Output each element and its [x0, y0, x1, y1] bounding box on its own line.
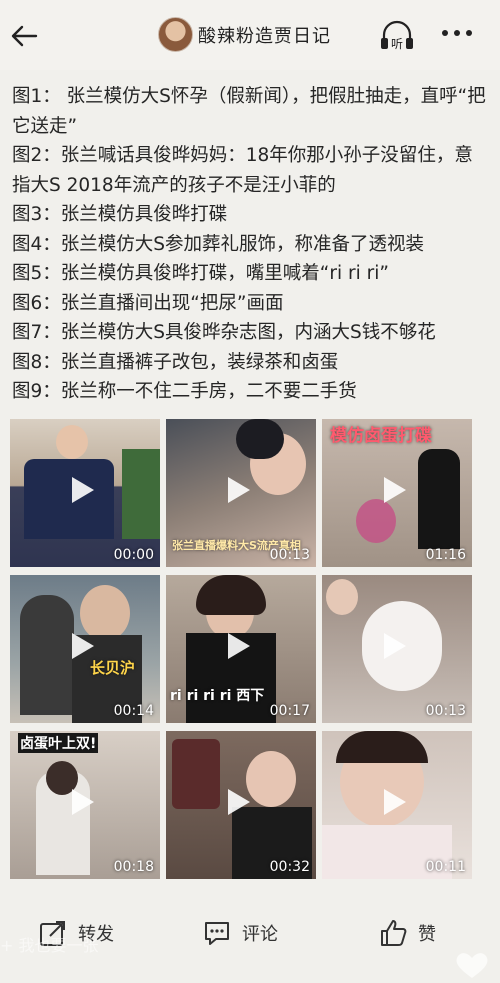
play-icon	[384, 633, 406, 659]
video-thumbnail-4[interactable]: 长贝沪 00:14	[10, 575, 160, 723]
listen-headphones-icon[interactable]: 听	[378, 18, 416, 54]
video-thumbnail-1[interactable]: 00:00	[10, 419, 160, 567]
account-name[interactable]: 酸辣粉造贾日记	[198, 22, 331, 48]
video-duration: 00:14	[113, 703, 154, 719]
post-line: 图6：张兰直播间出现“把尿”画面	[12, 292, 284, 314]
play-icon	[72, 633, 94, 659]
post-line: 图9：张兰称一不住二手房，二不要二手货	[12, 381, 357, 402]
top-bar: 酸辣粉造贾日记 听	[0, 0, 500, 70]
video-thumbnail-8[interactable]: 00:32	[166, 731, 316, 879]
thumbs-up-icon	[381, 920, 407, 946]
account-avatar[interactable]	[158, 17, 193, 52]
comment-button[interactable]: 评论	[202, 913, 278, 953]
video-duration: 01:16	[425, 547, 466, 563]
video-grid: 00:00 张兰直播爆料大S流产真相 00:13 模仿卤蛋打碟 01:16 长贝…	[10, 419, 472, 881]
video-thumbnail-3[interactable]: 模仿卤蛋打碟 01:16	[322, 419, 472, 567]
video-duration: 00:00	[113, 547, 154, 563]
play-icon	[384, 789, 406, 815]
post-line: 图3：张兰模仿具俊晔打碟	[12, 204, 228, 225]
like-button[interactable]: 赞	[378, 913, 436, 953]
post-line: 图2：张兰喊话具俊晔妈妈：18年你那小孙子没留住，意指大S 2018年流产的孩子…	[12, 145, 473, 196]
video-thumbnail-2[interactable]: 张兰直播爆料大S流产真相 00:13	[166, 419, 316, 567]
video-duration: 00:13	[269, 547, 310, 563]
post-line: 图1： 张兰模仿大S怀孕（假新闻），把假肚抽走，直呼“把它送走”	[12, 86, 486, 137]
comment-icon	[205, 922, 229, 945]
video-caption: 卤蛋叶上双!	[18, 733, 99, 753]
overlay-hint-text: + 我也要一张	[0, 936, 99, 955]
post-line: 图4：张兰模仿大S参加葬礼服饰，称准备了透视装	[12, 233, 425, 255]
video-caption: 长贝沪	[90, 659, 136, 677]
play-icon	[228, 633, 250, 659]
post-line: 图7：张兰模仿大S具俊晔杂志图，内涵大S钱不够花	[12, 322, 436, 343]
video-duration: 00:11	[425, 859, 466, 875]
post-body: 图1： 张兰模仿大S怀孕（假新闻），把假肚抽走，直呼“把它送走” 图2：张兰喊话…	[12, 82, 490, 407]
play-icon	[384, 477, 406, 503]
play-icon	[72, 477, 94, 503]
video-thumbnail-9[interactable]: 00:11	[322, 731, 472, 879]
post-line: 图5：张兰模仿具俊晔打碟，嘴里喊着“ri ri ri”	[12, 263, 389, 284]
like-label: 赞	[418, 924, 436, 945]
post-line: 图8：张兰直播裤子改包，装绿茶和卤蛋	[12, 351, 339, 373]
video-caption: ri ri ri ri 西下	[170, 688, 265, 704]
video-duration: 00:18	[113, 859, 154, 875]
heart-icon[interactable]	[452, 950, 492, 980]
video-duration: 00:17	[269, 703, 310, 719]
video-duration: 00:13	[425, 703, 466, 719]
listen-label: 听	[391, 37, 403, 51]
video-caption: 模仿卤蛋打碟	[330, 426, 432, 446]
play-icon	[72, 789, 94, 815]
video-thumbnail-6[interactable]: 00:13	[322, 575, 472, 723]
back-arrow-icon[interactable]	[6, 18, 42, 54]
play-icon	[228, 789, 250, 815]
video-duration: 00:32	[269, 859, 310, 875]
video-thumbnail-5[interactable]: ri ri ri ri 西下 00:17	[166, 575, 316, 723]
comment-label: 评论	[242, 924, 278, 945]
play-icon	[228, 477, 250, 503]
video-thumbnail-7[interactable]: 卤蛋叶上双! 00:18	[10, 731, 160, 879]
more-options-icon[interactable]	[440, 23, 474, 43]
